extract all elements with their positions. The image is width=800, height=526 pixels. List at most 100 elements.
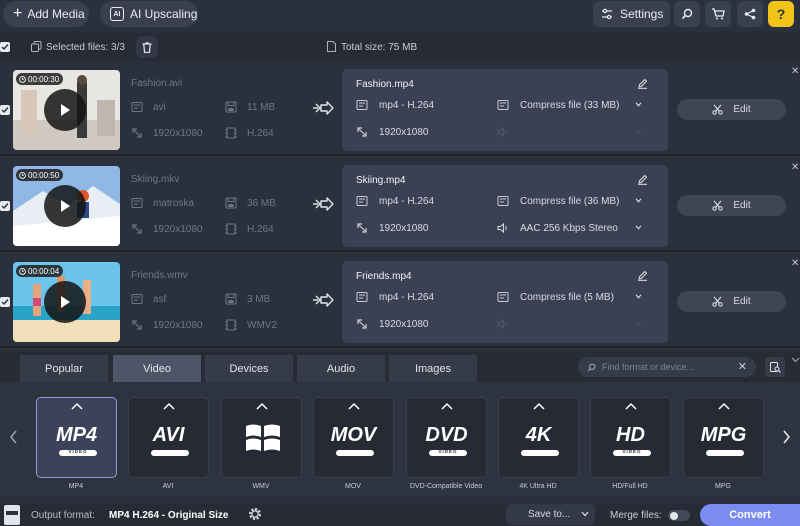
file-checkbox[interactable] [0, 201, 10, 211]
edit-button[interactable]: Edit [677, 99, 786, 120]
ai-upscaling-button[interactable]: AI AI Upscaling [100, 1, 198, 27]
format-tile-label: 4K Ultra HD [519, 483, 557, 490]
format-tile-avi[interactable]: AVI [128, 397, 209, 478]
play-icon [59, 103, 71, 117]
output-file-name[interactable]: Fashion.mp4 [356, 79, 414, 90]
scroll-right-icon[interactable] [782, 430, 791, 444]
resolution-icon [131, 319, 143, 331]
tab-images[interactable]: Images [389, 355, 477, 382]
gear-icon[interactable] [247, 506, 263, 522]
video-thumbnail[interactable]: 00:00:50 [13, 166, 120, 246]
merge-files-toggle[interactable] [668, 510, 690, 521]
plus-icon: + [13, 5, 23, 22]
save-to-button[interactable]: Save to... [506, 504, 595, 525]
chevron-down-icon[interactable] [635, 321, 642, 326]
format-tile-4k-ultra-hd[interactable]: 4K [498, 397, 579, 478]
output-settings-box: Skiing.mp4 mp4 - H.264 Compress file (36… [342, 165, 668, 247]
format-tile-mp4[interactable]: MP4 VIDEO [36, 397, 117, 478]
chevron-up-icon[interactable] [71, 402, 83, 410]
format-search-field[interactable]: Find format or device... ✕ [578, 357, 756, 377]
chevron-up-icon[interactable] [348, 402, 360, 410]
chevron-up-icon[interactable] [533, 402, 545, 410]
play-button[interactable] [44, 281, 86, 323]
chevron-down-icon[interactable] [635, 294, 642, 299]
resolution-icon [131, 127, 143, 139]
panel-collapse-icon[interactable] [791, 355, 800, 369]
settings-button[interactable]: Settings [593, 1, 670, 27]
format-logo-text: AVI [152, 424, 185, 446]
clear-icon[interactable]: ✕ [738, 360, 747, 373]
help-button[interactable]: ? [768, 1, 794, 27]
file-checkbox[interactable] [0, 105, 10, 115]
chevron-down-icon[interactable] [635, 102, 642, 107]
format-tile-mov[interactable]: MOV [313, 397, 394, 478]
file-checkbox[interactable] [0, 297, 10, 307]
select-all-checkbox[interactable] [0, 42, 10, 52]
format-tile-dvd-compatible-video[interactable]: DVD VIDEO [406, 397, 487, 478]
output-file-name[interactable]: Friends.mp4 [356, 271, 412, 282]
scissors-icon [712, 200, 724, 211]
add-media-button[interactable]: + Add Media [3, 1, 89, 27]
add-media-label: Add Media [27, 7, 85, 21]
file-row[interactable]: 00:00:04 Friends.wmv asf 3 MB 1920x1080 … [0, 256, 800, 348]
file-row[interactable]: 00:00:30 Fashion.avi avi 11 MB 1920x1080… [0, 64, 800, 156]
codec-icon [225, 319, 237, 331]
scissors-icon [712, 296, 724, 307]
rename-pencil-icon[interactable] [637, 174, 648, 185]
edit-button[interactable]: Edit [677, 291, 786, 312]
share-button[interactable] [737, 1, 763, 27]
chevron-down-icon[interactable] [635, 129, 642, 134]
tab-popular[interactable]: Popular [20, 355, 108, 382]
video-thumbnail[interactable]: 00:00:04 [13, 262, 120, 342]
compress-file-select[interactable]: Compress file (5 MB) [520, 292, 614, 303]
play-button[interactable] [44, 89, 86, 131]
convert-button[interactable]: Convert [700, 504, 800, 526]
delete-button[interactable] [136, 36, 158, 58]
edit-button[interactable]: Edit [677, 195, 786, 216]
output-file-name[interactable]: Skiing.mp4 [356, 175, 405, 186]
trash-icon [142, 41, 152, 53]
search-button[interactable] [674, 1, 700, 27]
format-logo-text: MP4 [55, 424, 98, 446]
chevron-down-icon[interactable] [635, 225, 642, 230]
play-button[interactable] [44, 185, 86, 227]
rename-pencil-icon[interactable] [637, 78, 648, 89]
filesize-icon [225, 101, 237, 113]
compress-file-select[interactable]: Compress file (33 MB) [520, 100, 619, 111]
compress-icon [497, 195, 509, 207]
chevron-down-icon[interactable] [635, 198, 642, 203]
format-logo-text: MPG [700, 424, 747, 446]
help-icon: ? [776, 6, 786, 22]
source-file-name: Fashion.avi [131, 78, 183, 89]
remove-file-icon[interactable]: ✕ [791, 258, 799, 269]
format-tile-hd-full-hd[interactable]: HD VIDEO [590, 397, 671, 478]
chevron-up-icon[interactable] [441, 402, 453, 410]
video-thumbnail[interactable]: 00:00:30 [13, 70, 120, 150]
chevron-up-icon[interactable] [718, 402, 730, 410]
tab-video[interactable]: Video [113, 355, 201, 382]
tab-audio[interactable]: Audio [297, 355, 385, 382]
cart-icon [711, 8, 725, 20]
chevron-up-icon[interactable] [625, 402, 637, 410]
remove-file-icon[interactable]: ✕ [791, 66, 799, 77]
rename-pencil-icon[interactable] [637, 270, 648, 281]
play-icon [59, 199, 71, 213]
chevron-up-icon[interactable] [256, 402, 268, 410]
output-format: mp4 - H.264 [379, 196, 435, 207]
output-format: mp4 - H.264 [379, 100, 435, 111]
format-tile-wmv[interactable] [221, 397, 302, 478]
remove-file-icon[interactable]: ✕ [791, 162, 799, 173]
logo-sub-bar [706, 450, 744, 456]
file-row[interactable]: 00:00:50 Skiing.mkv matroska 36 MB 1920x… [0, 160, 800, 252]
chevron-up-icon[interactable] [163, 402, 175, 410]
scroll-left-icon[interactable] [9, 430, 18, 444]
device-detect-button[interactable] [765, 357, 785, 377]
format-tile-mpg[interactable]: MPG [683, 397, 764, 478]
logo-sub-bar [336, 450, 374, 456]
cart-button[interactable] [705, 1, 731, 27]
logo-sub-bar [521, 450, 559, 456]
tab-devices[interactable]: Devices [205, 355, 293, 382]
audio-icon [497, 318, 509, 330]
audio-settings-select[interactable]: AAC 256 Kbps Stereo [520, 223, 618, 234]
compress-file-select[interactable]: Compress file (36 MB) [520, 196, 619, 207]
